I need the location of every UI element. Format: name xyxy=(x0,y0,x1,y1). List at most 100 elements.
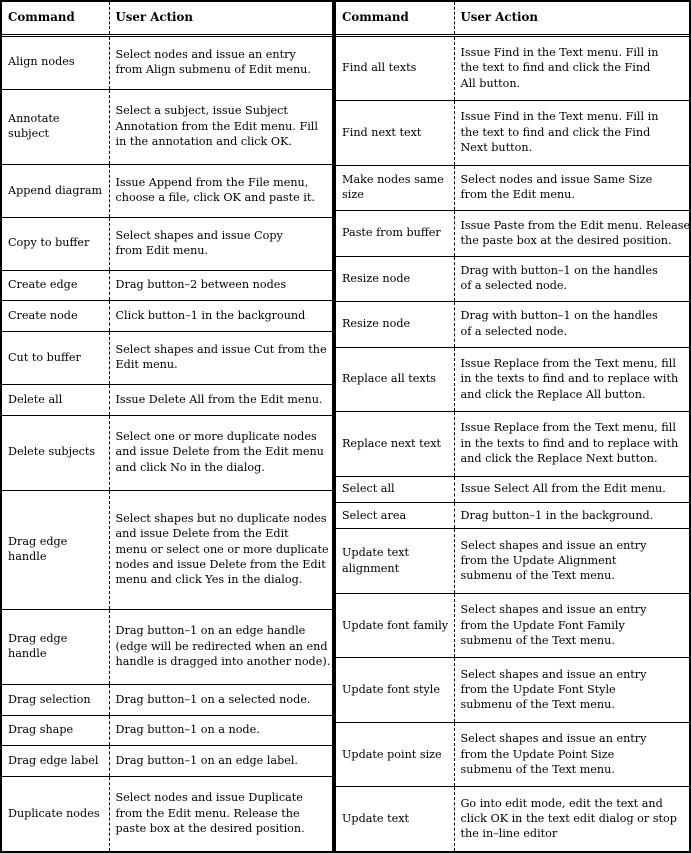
table-row: Update text alignment Select shapes and i… xyxy=(336,528,689,594)
cell-user-action: Drag button–1 on a selected node. xyxy=(109,684,332,716)
user-action-lines: Issue Find in the Text menu. Fill in the … xyxy=(461,109,685,155)
user-action-lines: Click button–1 in the background xyxy=(116,308,328,323)
cell-command: Annotate subject xyxy=(2,89,110,165)
user-action-line: and issue Delete from the Edit xyxy=(115,527,289,541)
user-action-line: and click the Replace All button. xyxy=(460,387,646,401)
cell-user-action: Select shapes but no duplicate nodes and … xyxy=(109,490,332,610)
user-action-line: the text to find and click the Find xyxy=(460,125,651,139)
cell-user-action: Select shapes and issue Copy from Edit me… xyxy=(109,217,332,271)
user-action-line: submenu of the Text menu. xyxy=(460,698,615,712)
user-action-line: and issue Delete from the Edit menu xyxy=(115,445,324,459)
user-action-lines: Select shapes and issue an entry from the… xyxy=(461,602,685,648)
user-action-line: in the texts to find and to replace with xyxy=(460,372,679,386)
cell-user-action: Issue Find in the Text menu. Fill in the … xyxy=(454,100,689,166)
table-row: Replace next text Issue Replace from the … xyxy=(336,411,689,477)
cell-user-action: Click button–1 in the background xyxy=(109,300,332,333)
table-row: Delete all Issue Delete All from the Edit… xyxy=(2,384,332,416)
user-action-line: Issue Replace from the Text menu, fill xyxy=(460,421,676,435)
table-row: Append diagram Issue Append from the File… xyxy=(2,164,332,218)
user-action-lines: Go into edit mode, edit the text and clic… xyxy=(461,796,685,842)
cell-command: Drag edge handle xyxy=(2,490,110,610)
user-action-lines: Drag button–1 on an edge label. xyxy=(116,753,328,768)
cell-user-action: Drag button–1 on an edge handle (edge wil… xyxy=(109,609,332,685)
user-action-line: Drag button–1 on an edge label. xyxy=(115,754,299,768)
user-action-line: Select one or more duplicate nodes xyxy=(115,430,317,444)
table-row: Drag shape Drag button–1 on a node. xyxy=(2,715,332,747)
cell-user-action: Issue Paste from the Edit menu. Release t… xyxy=(454,210,691,257)
user-action-line: Select a subject, issue Subject xyxy=(115,104,288,118)
header-row: Command User Action xyxy=(2,2,332,37)
user-action-line: Issue Append from the File menu, xyxy=(115,175,309,189)
user-action-line: submenu of the Text menu. xyxy=(460,633,615,647)
user-action-lines: Select shapes and issue an entry from the… xyxy=(461,538,685,584)
left-table-half: Command User Action Align nodes Select no… xyxy=(2,2,334,851)
table-row: Drag edge label Drag button–1 on an edge … xyxy=(2,745,332,778)
cell-command: Drag edge label xyxy=(2,745,110,778)
table-row: Find next text Issue Find in the Text men… xyxy=(336,100,689,166)
cell-command: Update point size xyxy=(336,722,455,788)
user-action-line: Issue Find in the Text menu. Fill in xyxy=(460,45,659,59)
user-action-line: Issue Replace from the Text menu, fill xyxy=(460,356,676,370)
user-action-line: from the Update Alignment xyxy=(460,554,617,568)
table-row: Update font style Select shapes and issue… xyxy=(336,657,689,723)
user-action-lines: Select shapes and issue Copy from Edit me… xyxy=(116,228,328,259)
user-action-lines: Issue Find in the Text menu. Fill in the … xyxy=(461,45,685,91)
table-row: Update point size Select shapes and issue… xyxy=(336,722,689,788)
user-action-line: from the Edit menu. Release the xyxy=(115,806,300,820)
cell-user-action: Issue Replace from the Text menu, fill in… xyxy=(454,411,689,477)
user-action-line: Issue Select All from the Edit menu. xyxy=(460,482,666,496)
header-row: Command User Action xyxy=(336,2,689,37)
cell-user-action: Select nodes and issue an entry from Alig… xyxy=(109,35,332,90)
cell-user-action: Drag button–1 on an edge label. xyxy=(109,745,332,778)
user-action-line: from the Update Point Size xyxy=(460,747,615,761)
cell-user-action: Issue Select All from the Edit menu. xyxy=(454,476,689,504)
cell-user-action: Drag with button–1 on the handles of a se… xyxy=(454,301,689,348)
user-action-line: from the Update Font Style xyxy=(460,683,616,697)
table-row: Create node Click button–1 in the backgro… xyxy=(2,300,332,333)
user-action-line: Drag with button–1 on the handles xyxy=(460,264,658,277)
user-action-line: in the texts to find and to replace with xyxy=(460,436,679,450)
user-action-lines: Issue Append from the File menu, choose a… xyxy=(116,175,328,206)
user-action-line: menu or select one or more duplicate xyxy=(115,542,329,556)
right-table-body: Find all texts Issue Find in the Text men… xyxy=(336,35,691,851)
cell-user-action: Select a subject, issue Subject Annotatio… xyxy=(109,89,332,165)
table-row: Resize node Drag with button–1 on the han… xyxy=(336,301,689,348)
user-action-line: Go into edit mode, edit the text and xyxy=(460,796,663,810)
table-row: Create edge Drag button–2 between nodes xyxy=(2,270,332,302)
cell-command: Find next text xyxy=(336,100,455,166)
cell-command: Find all texts xyxy=(336,35,455,102)
user-action-line: Select shapes but no duplicate nodes xyxy=(115,511,327,525)
user-action-lines: Select nodes and issue Duplicate from the… xyxy=(116,790,328,836)
cell-user-action: Select shapes and issue an entry from the… xyxy=(454,528,689,594)
cell-command: Create node xyxy=(2,300,110,333)
user-action-line: Drag with button–1 on the handles xyxy=(460,309,658,323)
cell-command: Cut to buffer xyxy=(2,331,110,385)
user-action-lines: Drag with button–1 on the handles of a se… xyxy=(461,263,685,294)
cell-command: Replace next text xyxy=(336,411,455,477)
user-action-lines: Drag button–2 between nodes xyxy=(116,277,328,292)
table-row: Update font family Select shapes and issu… xyxy=(336,593,689,659)
cell-user-action: Select shapes and issue an entry from the… xyxy=(454,657,689,723)
left-table-body: Align nodes Select nodes and issue an ent… xyxy=(2,35,332,851)
user-action-line: of a selected node. xyxy=(460,324,568,338)
user-action-line: submenu of the Text menu. xyxy=(460,569,615,583)
user-action-lines: Issue Select All from the Edit menu. xyxy=(461,481,685,496)
user-action-line: click OK in the text edit dialog or stop xyxy=(460,812,677,826)
user-action-lines: Drag button–1 on a node. xyxy=(116,722,328,737)
user-action-line: Select shapes and issue Cut from the xyxy=(115,343,327,357)
cell-command: Delete subjects xyxy=(2,415,110,491)
user-action-lines: Issue Paste from the Edit menu. Release t… xyxy=(461,218,691,249)
table-row: Drag selection Drag button–1 on a selecte… xyxy=(2,684,332,716)
command-reference-sheet: Command User Action Align nodes Select no… xyxy=(0,0,691,853)
table-row: Annotate subject Select a subject, issue … xyxy=(2,89,332,165)
table-row: Delete subjects Select one or more duplic… xyxy=(2,415,332,491)
user-action-line: Select shapes and issue an entry xyxy=(460,538,647,552)
user-action-line: Next button. xyxy=(460,141,533,155)
header-command: Command xyxy=(336,2,455,37)
user-action-line: Select shapes and issue Copy xyxy=(115,228,283,242)
user-action-lines: Issue Replace from the Text menu, fill in… xyxy=(461,420,685,466)
cell-user-action: Issue Append from the File menu, choose a… xyxy=(109,164,332,218)
table-halves-container: Command User Action Align nodes Select no… xyxy=(2,2,691,851)
user-action-line: from Edit menu. xyxy=(115,244,209,258)
cell-command: Update font style xyxy=(336,657,455,723)
